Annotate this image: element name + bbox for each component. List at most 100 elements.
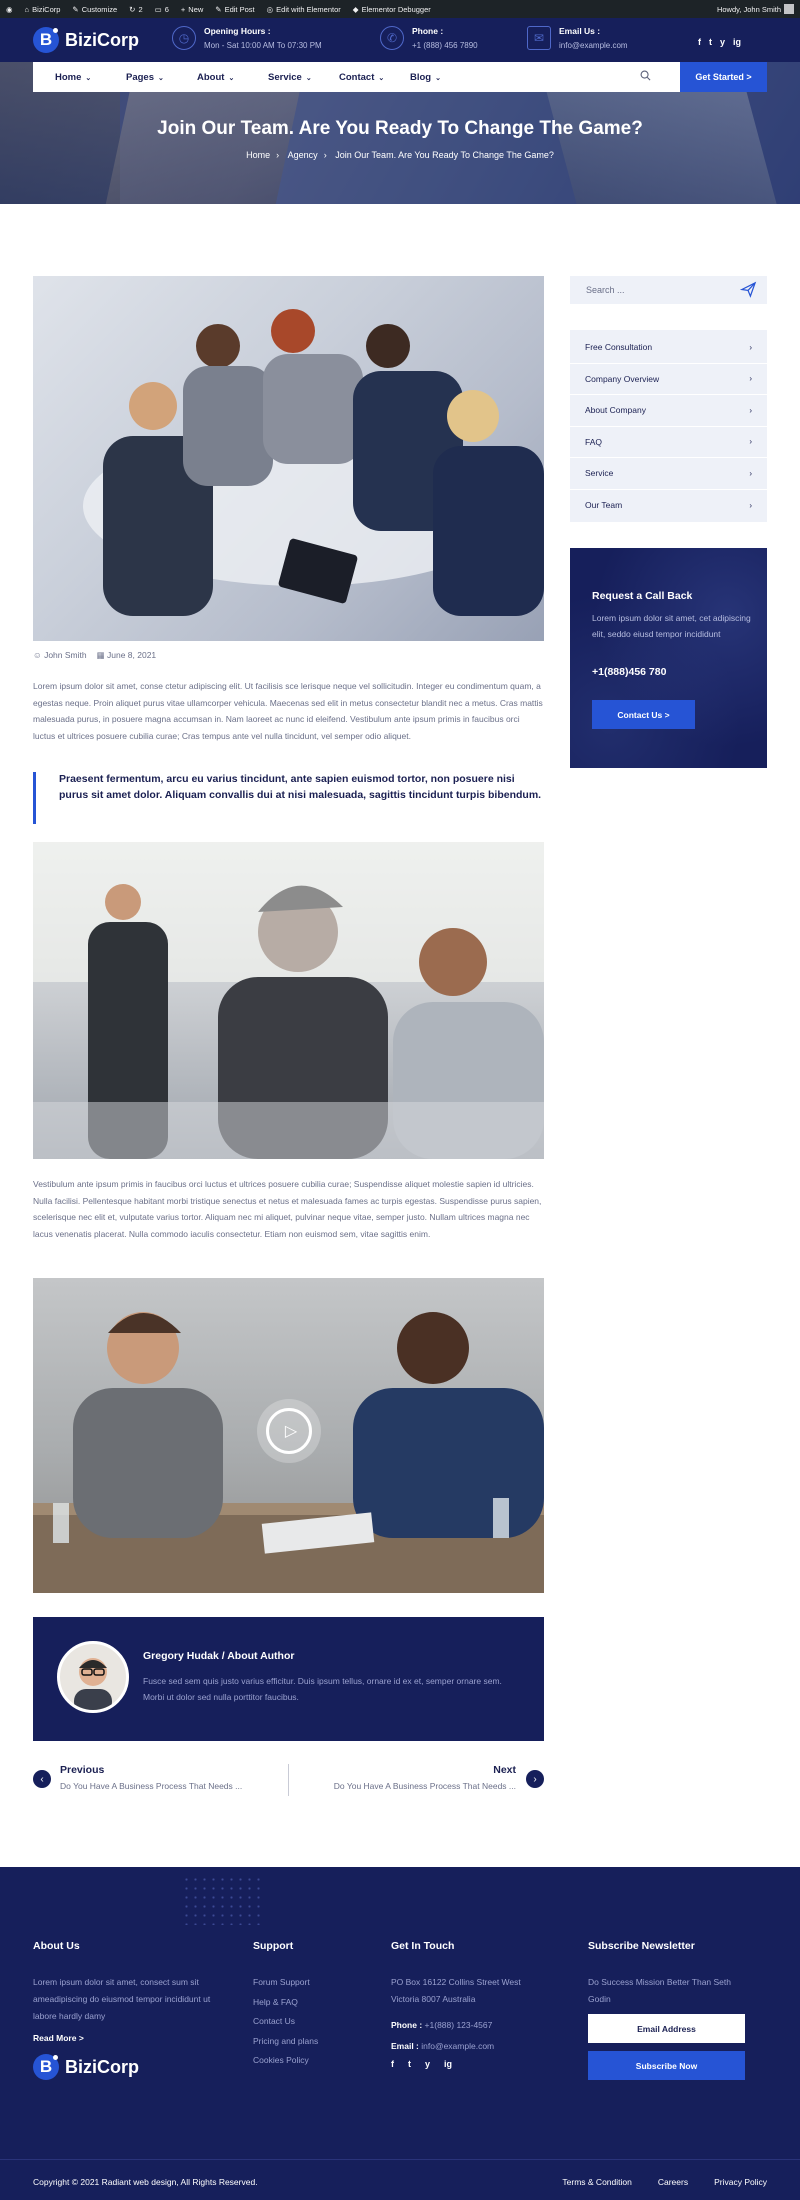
main-nav: Home ⌄ Pages ⌄ About ⌄ Service ⌄ Contact ⌄ Bl… — [33, 62, 767, 92]
footer-careers-link[interactable]: Careers — [658, 2177, 688, 2187]
footer-touch-title: Get In Touch — [391, 1940, 455, 1952]
video-play-button[interactable]: ▷ — [257, 1399, 321, 1463]
footer-newsletter-title: Subscribe Newsletter — [588, 1940, 695, 1952]
chevron-right-icon: › — [276, 150, 280, 160]
nav-home[interactable]: Home ⌄ — [33, 72, 104, 83]
nav-contact-label: Contact — [339, 71, 375, 83]
chevron-down-icon: ⌄ — [228, 74, 235, 82]
sidebar-item-faq[interactable]: FAQ › — [570, 427, 767, 458]
contact-us-button[interactable]: Contact Us > — [592, 700, 695, 729]
prev-post-link[interactable]: Previous Do You Have A Business Process … — [60, 1764, 242, 1791]
send-icon[interactable] — [739, 281, 757, 303]
prev-label: Previous — [60, 1764, 105, 1776]
sidebar-item-service[interactable]: Service › — [570, 458, 767, 490]
site-footer: About Us Lorem ipsum dolor sit amet, con… — [0, 1867, 800, 2200]
nav-contact[interactable]: Contact ⌄ — [317, 72, 388, 83]
footer-email-label: Email : — [391, 2041, 419, 2051]
chevron-down-icon: ⌄ — [158, 74, 164, 82]
next-title: Do You Have A Business Process That Need… — [333, 1781, 516, 1791]
admin-account-menu[interactable]: Howdy, John Smith — [711, 0, 800, 18]
admin-edit-post-link[interactable]: ✎ Edit Post — [209, 0, 260, 18]
twitter-icon[interactable]: t — [709, 37, 712, 47]
admin-edit-elementor-link[interactable]: ◎ Edit with Elementor — [261, 0, 347, 18]
nav-about[interactable]: About ⌄ — [175, 72, 246, 83]
admin-new-link[interactable]: + New — [175, 0, 209, 18]
breadcrumb: Home › Agency › Join Our Team. Are You Rea… — [0, 150, 800, 160]
prev-arrow-icon[interactable]: ‹ — [33, 1770, 51, 1788]
logo-text: BiziCorp — [65, 29, 139, 50]
subscribe-button[interactable]: Subscribe Now — [588, 2051, 745, 2080]
nav-about-label: About — [197, 71, 225, 83]
footer-link-forum[interactable]: Forum Support — [253, 1977, 318, 1997]
search-icon[interactable] — [640, 70, 680, 84]
next-post-link[interactable]: Next Do You Have A Business Process That… — [314, 1764, 516, 1791]
callback-phone[interactable]: +1(888)456 780 — [592, 666, 666, 678]
admin-customize-link[interactable]: ✎ Customize — [66, 0, 123, 18]
sidebar-item-label: About Company — [585, 405, 646, 416]
author-box: Gregory Hudak / About Author Fusce sed s… — [33, 1617, 544, 1741]
footer-email-value[interactable]: info@example.com — [421, 2041, 494, 2051]
footer-logo[interactable]: B BiziCorp — [33, 2054, 139, 2080]
site-logo[interactable]: B BiziCorp — [33, 27, 139, 53]
next-arrow-icon[interactable]: › — [526, 1770, 544, 1788]
sidebar-item-our-team[interactable]: Our Team › — [570, 490, 767, 522]
nav-pages-label: Pages — [126, 71, 154, 83]
author-name: Gregory Hudak / About Author — [143, 1650, 295, 1662]
facebook-icon[interactable]: f — [698, 37, 701, 47]
calendar-icon: ▦ — [96, 650, 105, 660]
instagram-icon[interactable]: ig — [444, 2059, 452, 2069]
youtube-icon[interactable]: y — [720, 37, 725, 47]
get-started-button[interactable]: Get Started > — [680, 62, 767, 92]
admin-site-link[interactable]: ⌂ BiziCorp — [19, 0, 67, 18]
pencil-icon: ✎ — [215, 4, 222, 14]
footer-link-cookies[interactable]: Cookies Policy — [253, 2055, 318, 2075]
wp-logo-menu[interactable]: ◉ — [0, 0, 19, 18]
footer-link-help[interactable]: Help & FAQ — [253, 1997, 318, 2017]
admin-comments-count: 6 — [164, 4, 169, 14]
nav-blog[interactable]: Blog ⌄ — [388, 72, 459, 83]
footer-phone-label: Phone : — [391, 2020, 423, 2030]
chevron-right-icon: › — [749, 374, 752, 384]
callback-title: Request a Call Back — [592, 590, 693, 602]
chevron-down-icon: ⌄ — [378, 74, 385, 82]
phone-value[interactable]: +1 (888) 456 7890 — [412, 41, 478, 50]
mail-icon: ✉ — [527, 26, 551, 50]
post-date[interactable]: ▦ June 8, 2021 — [97, 650, 157, 661]
sidebar-item-free-consultation[interactable]: Free Consultation › — [570, 332, 767, 364]
sidebar-search[interactable]: Search ... — [570, 276, 767, 304]
admin-comments-link[interactable]: ▭ 6 — [149, 0, 175, 18]
instagram-icon[interactable]: ig — [733, 37, 741, 47]
footer-link-pricing[interactable]: Pricing and plans — [253, 2036, 318, 2056]
nav-service[interactable]: Service ⌄ — [246, 72, 317, 83]
admin-new-label: New — [188, 4, 204, 14]
footer-about-text: Lorem ipsum dolor sit amet, consect sum … — [33, 1977, 211, 2021]
elementor-icon: ◎ — [266, 4, 274, 14]
post-author[interactable]: ☺ John Smith — [33, 650, 87, 661]
footer-newsletter-text: Do Success Mission Better Than Seth Godi… — [588, 1977, 731, 2004]
footer-phone-value[interactable]: +1(888) 123-4567 — [425, 2020, 493, 2030]
chevron-right-icon: › — [749, 468, 752, 478]
nav-blog-label: Blog — [410, 71, 432, 83]
twitter-icon[interactable]: t — [408, 2059, 411, 2069]
admin-edit-post-label: Edit Post — [224, 4, 255, 14]
sidebar-item-company-overview[interactable]: Company Overview › — [570, 364, 767, 395]
facebook-icon[interactable]: f — [391, 2059, 394, 2069]
plus-icon: + — [180, 4, 186, 14]
admin-debugger-link[interactable]: ◆ Elementor Debugger — [347, 0, 437, 18]
logo-text: BiziCorp — [65, 2056, 139, 2077]
nav-pages[interactable]: Pages ⌄ — [104, 72, 175, 83]
breadcrumb-home[interactable]: Home — [246, 150, 270, 160]
newsletter-email-field[interactable]: Email Address — [588, 2014, 745, 2043]
youtube-icon[interactable]: y — [425, 2059, 430, 2069]
clock-icon: ◷ — [172, 26, 196, 50]
footer-privacy-link[interactable]: Privacy Policy — [714, 2177, 767, 2187]
footer-terms-link[interactable]: Terms & Condition — [562, 2177, 631, 2187]
breadcrumb-agency[interactable]: Agency — [288, 150, 318, 160]
search-input[interactable]: Search ... — [586, 285, 625, 295]
admin-updates-link[interactable]: ↻ 2 — [123, 0, 148, 18]
footer-link-contact[interactable]: Contact Us — [253, 2016, 318, 2036]
read-more-link[interactable]: Read More > — [33, 2033, 84, 2043]
email-value[interactable]: info@example.com — [559, 41, 628, 50]
sidebar-item-about-company[interactable]: About Company › — [570, 395, 767, 427]
logo-mark: B — [33, 27, 59, 53]
